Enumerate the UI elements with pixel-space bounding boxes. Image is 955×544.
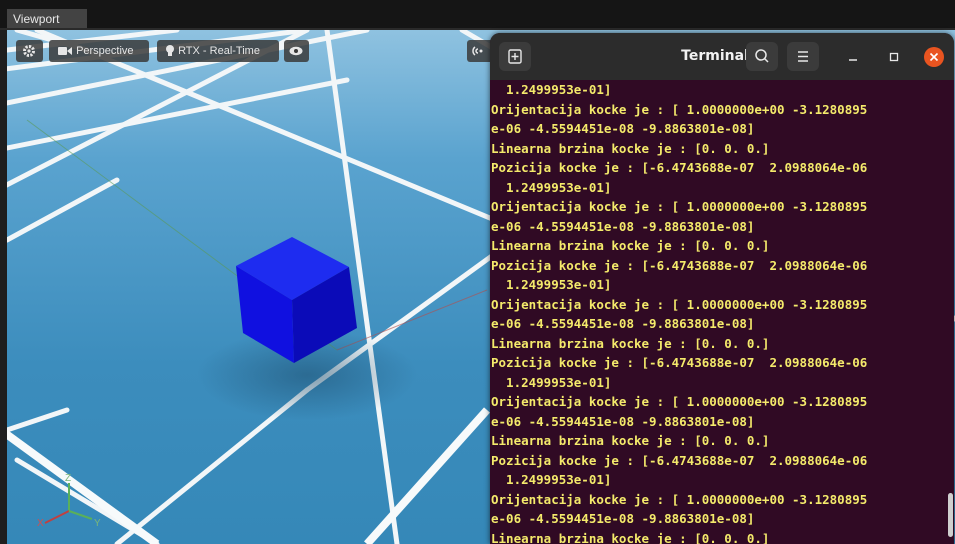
- terminal-line: Linearna brzina kocke je : [0. 0. 0.]: [491, 140, 770, 156]
- terminal-line: Linearna brzina kocke je : [0. 0. 0.]: [491, 433, 770, 448]
- terminal-line: Linearna brzina kocke je : [0. 0. 0.]: [491, 238, 770, 253]
- axis-label-x: X: [37, 518, 44, 529]
- terminal-line: Orijentacija kocke je : [ 1.0000000e+00 …: [491, 199, 868, 214]
- terminal-line: e-06 -4.5594451e-08 -9.8863801e-08]: [491, 316, 755, 331]
- render-mode-button[interactable]: RTX - Real-Time: [157, 40, 279, 62]
- search-button[interactable]: [746, 42, 778, 71]
- terminal-line: e-06 -4.5594451e-08 -9.8863801e-08]: [491, 511, 755, 526]
- camera-icon: [57, 45, 76, 57]
- minimize-icon: [843, 52, 863, 71]
- terminal-line: e-06 -4.5594451e-08 -9.8863801e-08]: [491, 413, 755, 429]
- new-tab-button[interactable]: [499, 42, 531, 71]
- terminal-line: e-06 -4.5594451e-08 -9.8863801e-08]: [491, 218, 755, 234]
- gear-icon: [22, 45, 36, 58]
- minimize-button[interactable]: [843, 47, 863, 67]
- viewport-tab-bar: Viewport: [0, 0, 955, 29]
- terminal-line: Orijentacija kocke je : [ 1.0000000e+00 …: [491, 101, 868, 117]
- terminal-line: e-06 -4.5594451e-08 -9.8863801e-08]: [491, 121, 755, 136]
- terminal-line: Pozicija kocke je : [-6.4743688e-07 2.09…: [491, 355, 868, 370]
- signal-icon: [471, 45, 485, 57]
- visibility-button[interactable]: [284, 40, 309, 62]
- close-button[interactable]: [924, 47, 944, 67]
- terminal-line: 1.2499953e-01]: [491, 179, 612, 195]
- terminal-line: 1.2499953e-01]: [491, 472, 612, 487]
- eye-icon: [289, 45, 303, 57]
- viewport-left-border: [0, 30, 7, 544]
- render-mode-label: RTX - Real-Time: [178, 45, 260, 58]
- terminal-line: 1.2499953e-01]: [491, 277, 612, 292]
- terminal-line: Linearna brzina kocke je : [0. 0. 0.]: [491, 335, 770, 351]
- terminal-header[interactable]: Terminal: [490, 33, 954, 80]
- terminal-line: Pozicija kocke je : [-6.4743688e-07 2.09…: [491, 160, 868, 175]
- terminal-line: Pozicija kocke je : [-6.4743688e-07 2.09…: [491, 452, 868, 468]
- menu-button[interactable]: [787, 42, 819, 71]
- maximize-button[interactable]: [884, 47, 904, 67]
- viewport-tab[interactable]: Viewport: [7, 9, 87, 29]
- axis-label-z: Z: [65, 473, 71, 484]
- viewport-settings-button[interactable]: [16, 40, 43, 62]
- camera-button[interactable]: Perspective: [49, 40, 149, 62]
- terminal-line: Orijentacija kocke je : [ 1.0000000e+00 …: [491, 296, 868, 312]
- terminal-line: 1.2499953e-01]: [491, 374, 612, 390]
- terminal-line: Pozicija kocke je : [-6.4743688e-07 2.09…: [491, 257, 868, 273]
- maximize-icon: [884, 52, 904, 71]
- axis-label-y: Y: [94, 518, 101, 529]
- lightbulb-icon: [165, 45, 178, 57]
- terminal-scrollbar[interactable]: [948, 493, 953, 537]
- terminal-output[interactable]: 1.2499953e-01] Orijentacija kocke je : [ …: [490, 80, 954, 544]
- terminal-window[interactable]: Terminal 1.2499953e-01] Orijentacija koc…: [490, 33, 954, 544]
- terminal-line: Orijentacija kocke je : [ 1.0000000e+00 …: [491, 394, 868, 409]
- terminal-lines: 1.2499953e-01] Orijentacija kocke je : [ …: [491, 80, 954, 544]
- terminal-line: Linearna brzina kocke je : [0. 0. 0.]: [491, 530, 770, 544]
- terminal-line: Orijentacija kocke je : [ 1.0000000e+00 …: [491, 491, 868, 507]
- terminal-line: 1.2499953e-01]: [491, 82, 612, 97]
- camera-label: Perspective: [76, 45, 134, 58]
- close-icon: [924, 52, 944, 71]
